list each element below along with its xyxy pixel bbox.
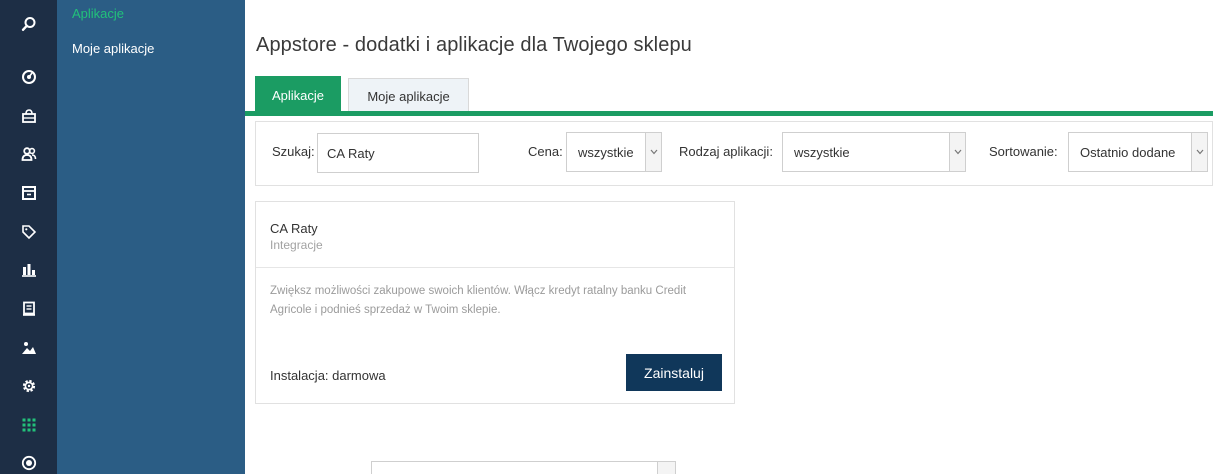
subnav-item-moje-aplikacje[interactable]: Moje aplikacje [72,41,154,56]
products-icon[interactable] [0,179,57,207]
card-divider [256,267,734,268]
sort-label: Sortowanie: [989,144,1058,159]
tab-moje-aplikacje[interactable]: Moje aplikacje [348,78,469,113]
main-content: Appstore - dodatki i aplikacje dla Twoje… [245,0,1213,474]
settings-icon[interactable] [0,372,57,400]
customers-icon[interactable] [0,140,57,168]
apps-grid-icon[interactable] [0,411,57,439]
icon-sidebar [0,0,57,474]
chevron-down-icon [657,462,675,474]
tab-aplikacje[interactable]: Aplikacje [255,76,341,113]
app-type-select-value: wszystkie [794,144,850,160]
sort-select-value: Ostatnio dodane [1080,144,1176,160]
search-icon[interactable] [0,10,57,38]
app-type-select[interactable]: wszystkie [782,132,966,172]
search-label: Szukaj: [272,144,315,159]
app-category: Integracje [270,238,323,252]
pagination-select[interactable] [371,461,676,474]
subnav-item-aplikacje[interactable]: Aplikacje [72,6,124,21]
discounts-icon[interactable] [0,218,57,246]
orders-icon[interactable] [0,102,57,130]
sort-select[interactable]: Ostatnio dodane [1068,132,1208,172]
chevron-down-icon [645,133,661,171]
price-select-value: wszystkie [578,144,634,160]
dashboard-icon[interactable] [0,63,57,91]
tab-underline [245,111,1213,116]
app-card: CA Raty Integracje Zwiększ możliwości za… [255,201,735,404]
chevron-down-icon [949,133,965,171]
tab-bar: Aplikacje Moje aplikacje [245,76,1213,114]
app-name[interactable]: CA Raty [270,221,318,236]
payments-icon[interactable] [0,449,57,474]
filter-bar: Szukaj: CA Raty Cena: wszystkie Rodzaj a… [255,121,1213,186]
content-icon[interactable] [0,295,57,323]
images-icon[interactable] [0,334,57,362]
install-button[interactable]: Zainstaluj [626,354,722,391]
app-type-label: Rodzaj aplikacji: [679,144,773,159]
chevron-down-icon [1191,133,1207,171]
app-price: Instalacja: darmowa [270,368,386,383]
app-description: Zwiększ możliwości zakupowe swoich klien… [270,285,687,316]
price-select[interactable]: wszystkie [566,132,662,172]
price-label: Cena: [528,144,563,159]
search-input[interactable]: CA Raty [317,133,479,173]
sub-navigation: Aplikacje Moje aplikacje [57,0,245,474]
page-title: Appstore - dodatki i aplikacje dla Twoje… [256,34,692,56]
statistics-icon[interactable] [0,256,57,284]
